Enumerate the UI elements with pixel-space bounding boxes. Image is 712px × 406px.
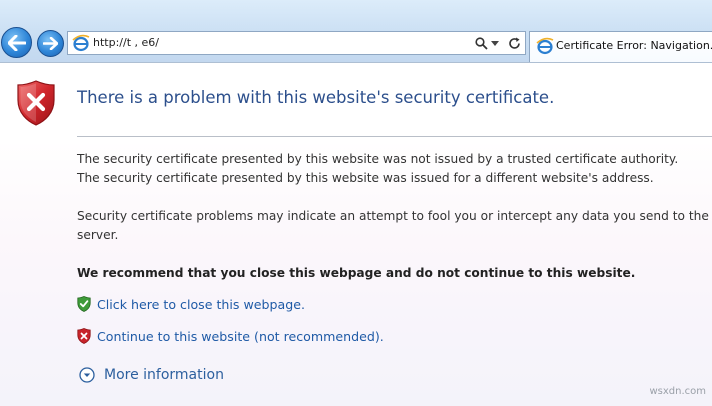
continue-to-website-link[interactable]: Continue to this website (not recommende…	[77, 328, 384, 344]
back-arrow-icon	[7, 34, 26, 51]
warning-text: Security certificate problems may indica…	[77, 209, 709, 223]
warning-text: server.	[77, 228, 119, 242]
green-shield-check-icon	[77, 296, 91, 312]
ie-logo-icon	[72, 34, 90, 52]
forward-button[interactable]	[37, 30, 64, 57]
refresh-icon[interactable]	[506, 35, 522, 51]
address-url[interactable]: http://t , e6/	[93, 36, 159, 49]
page-title: There is a problem with this website's s…	[77, 88, 555, 107]
ie-logo-icon	[536, 37, 554, 55]
expand-circle-icon	[79, 367, 95, 383]
browser-toolbar: http://t , e6/ Certificate Error: Naviga…	[0, 0, 712, 63]
watermark: wsxdn.com	[649, 386, 706, 397]
explanation-text: The security certificate presented by th…	[77, 152, 679, 166]
red-shield-x-icon	[77, 328, 91, 344]
error-shield-icon	[17, 80, 55, 126]
tab-certificate-error[interactable]: Certificate Error: Navigation...	[529, 31, 712, 62]
explanation-text: The security certificate presented by th…	[77, 171, 654, 185]
search-icon[interactable]	[473, 35, 489, 51]
continue-to-website-link-label[interactable]: Continue to this website (not recommende…	[97, 329, 384, 344]
close-webpage-link[interactable]: Click here to close this webpage.	[77, 296, 305, 312]
recommendation-text: We recommend that you close this webpage…	[77, 266, 636, 280]
forward-arrow-icon	[43, 37, 58, 50]
more-information-toggle[interactable]: More information	[79, 367, 224, 383]
back-button[interactable]	[1, 27, 32, 58]
tab-title: Certificate Error: Navigation...	[556, 39, 712, 52]
close-webpage-link-label[interactable]: Click here to close this webpage.	[97, 297, 305, 312]
address-bar[interactable]: http://t , e6/	[67, 31, 526, 55]
more-information-label[interactable]: More information	[104, 367, 224, 383]
chevron-down-icon[interactable]	[490, 35, 500, 51]
divider	[77, 136, 712, 137]
